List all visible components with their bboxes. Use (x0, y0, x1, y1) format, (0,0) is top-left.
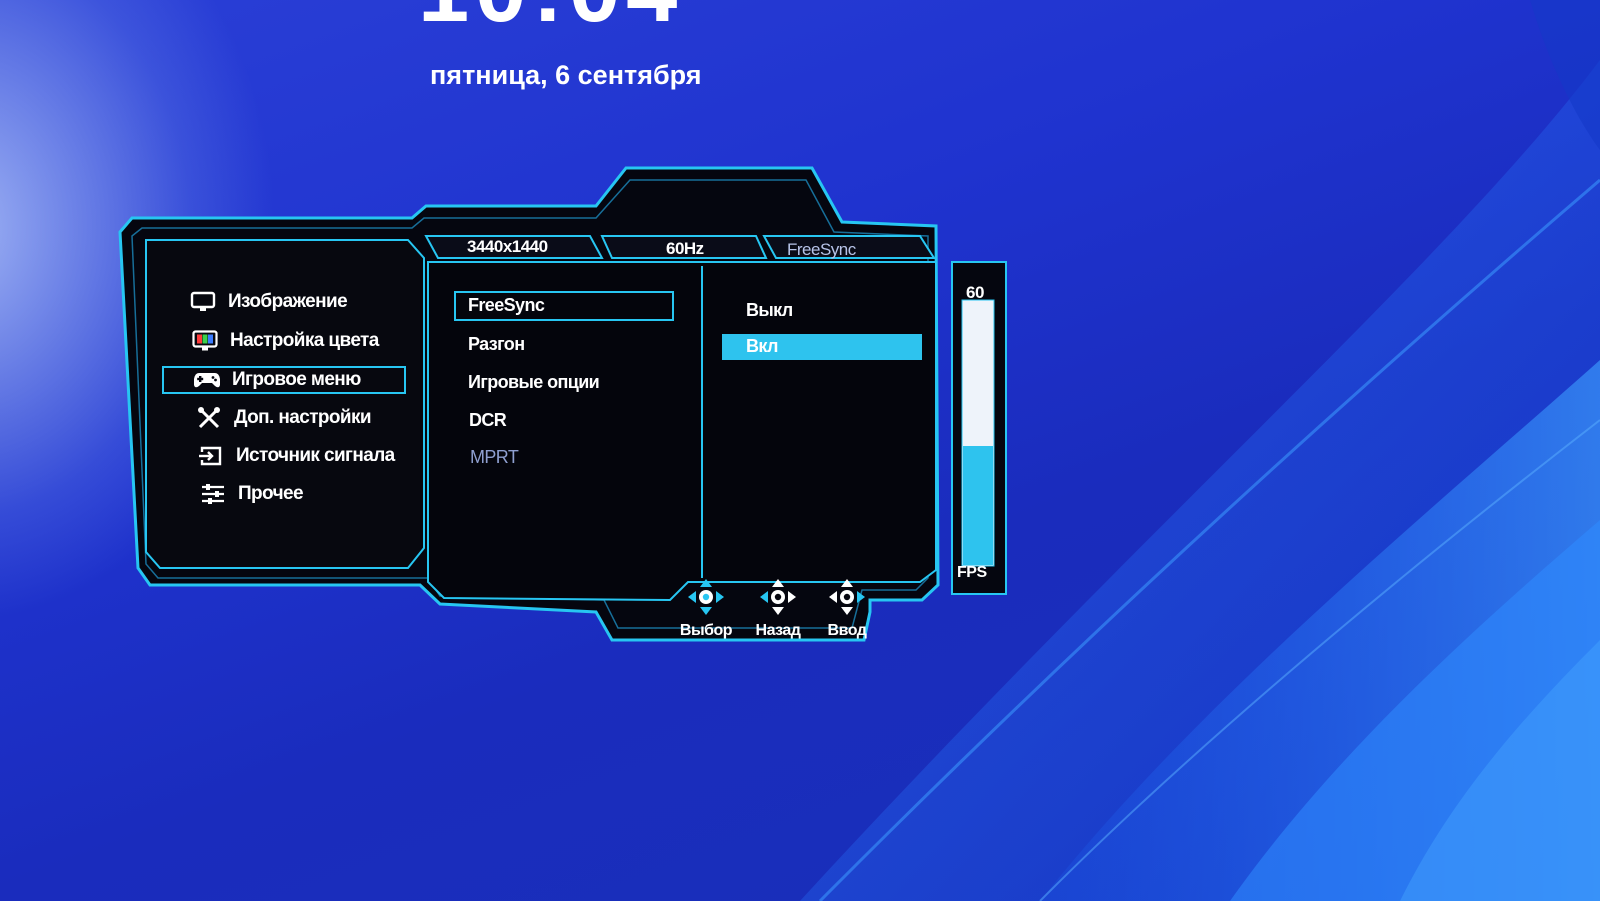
menu-item-color-settings[interactable]: Настройка цвета (190, 329, 379, 353)
gamepad-icon (192, 368, 222, 392)
input-source-icon (196, 444, 226, 468)
hint-enter-label: Ввод (827, 622, 867, 639)
submenu-item-dcr[interactable]: DCR (469, 410, 507, 431)
dpad-enter-icon (827, 578, 867, 620)
submenu-item-overclock[interactable]: Разгон (468, 334, 525, 355)
fps-meter-fill (963, 446, 993, 565)
dpad-select-icon (686, 578, 726, 620)
option-on-label: Вкл (746, 336, 778, 356)
menu-item-label: Доп. настройки (234, 407, 372, 428)
color-palette-icon (190, 329, 220, 353)
hint-select-label: Выбор (679, 622, 733, 639)
option-off[interactable]: Выкл (746, 300, 793, 321)
status-tab-refresh-rate: 60Hz (666, 239, 704, 258)
menu-item-input-source[interactable]: Источник сигнала (196, 444, 395, 468)
sliders-icon (198, 482, 228, 506)
menu-item-label: Источник сигнала (236, 445, 395, 466)
submenu-item-game-options[interactable]: Игровые опции (468, 372, 600, 393)
submenu-item-freesync[interactable]: FreeSync (468, 295, 545, 316)
menu-item-other[interactable]: Прочее (198, 482, 304, 506)
menu-item-extra-settings[interactable]: Доп. настройки (194, 406, 372, 430)
fps-meter-unit: FPS (957, 564, 987, 581)
dpad-back-icon (758, 578, 798, 620)
submenu-item-mprt[interactable]: MPRT (470, 447, 519, 468)
menu-item-label: Изображение (228, 291, 348, 312)
menu-item-image[interactable]: Изображение (188, 290, 348, 314)
hint-back: Назад (743, 578, 813, 640)
hint-select: Выбор (671, 578, 741, 640)
status-tab-resolution: 3440x1440 (467, 237, 548, 256)
menu-item-label: Настройка цвета (230, 330, 379, 351)
monitor-icon (188, 290, 218, 314)
hint-back-label: Назад (755, 622, 801, 639)
status-tab-freesync: FreeSync (787, 240, 856, 259)
menu-item-game-menu[interactable]: Игровое меню (192, 368, 361, 392)
option-on-highlight[interactable]: Вкл (722, 334, 922, 360)
menu-item-label: Прочее (238, 483, 304, 504)
menu-item-label: Игровое меню (232, 369, 361, 390)
hint-enter: Ввод (812, 578, 882, 640)
tools-icon (194, 406, 224, 430)
fps-meter-value: 60 (966, 283, 984, 302)
